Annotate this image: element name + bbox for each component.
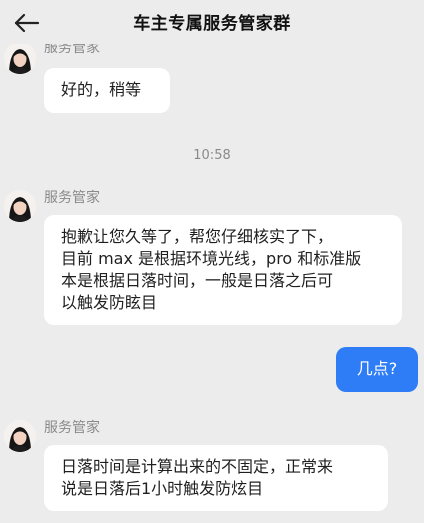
page-title: 车主专属服务管家群: [133, 14, 291, 34]
chat-header: 车主专属服务管家群: [0, 0, 424, 44]
avatar[interactable]: [4, 420, 36, 452]
message-bubble[interactable]: 日落时间是计算出来的不固定，正常来 说是日落后1小时触发防炫目: [44, 445, 388, 511]
avatar[interactable]: [4, 42, 36, 74]
sender-name: 服务管家: [44, 420, 100, 436]
message-text-line: 日落时间是计算出来的不固定，正常来: [61, 457, 334, 476]
avatar[interactable]: [4, 190, 36, 222]
message-text-line: 目前 max 是根据环境光线，pro 和标准版: [61, 249, 362, 268]
message-text-line: 抱歉让您久等了，帮您仔细核实了下，: [61, 227, 334, 246]
agent-avatar-image: [4, 190, 36, 222]
message-text: 几点?: [356, 359, 398, 378]
message-text-line: 本是根据日落时间，一般是日落之后可: [61, 271, 334, 290]
message-bubble[interactable]: 抱歉让您久等了，帮您仔细核实了下， 目前 max 是根据环境光线，pro 和标准…: [44, 215, 402, 325]
sender-name: 服务管家: [44, 190, 100, 206]
outgoing-message-bubble[interactable]: 几点?: [336, 347, 418, 392]
chat-message-list[interactable]: 服务管家 好的，稍等 10:58 服务管家 抱歉让您久等了，帮您仔细核实了下， …: [0, 0, 424, 523]
agent-avatar-image: [4, 420, 36, 452]
timestamp: 10:58: [193, 148, 231, 163]
message-text-line: 以触发防眩目: [61, 293, 158, 312]
message-bubble[interactable]: 好的，稍等: [44, 68, 170, 113]
message-text-line: 说是日落后1小时触发防炫目: [61, 479, 264, 498]
agent-avatar-image: [4, 42, 36, 74]
message-text: 好的，稍等: [61, 80, 142, 99]
